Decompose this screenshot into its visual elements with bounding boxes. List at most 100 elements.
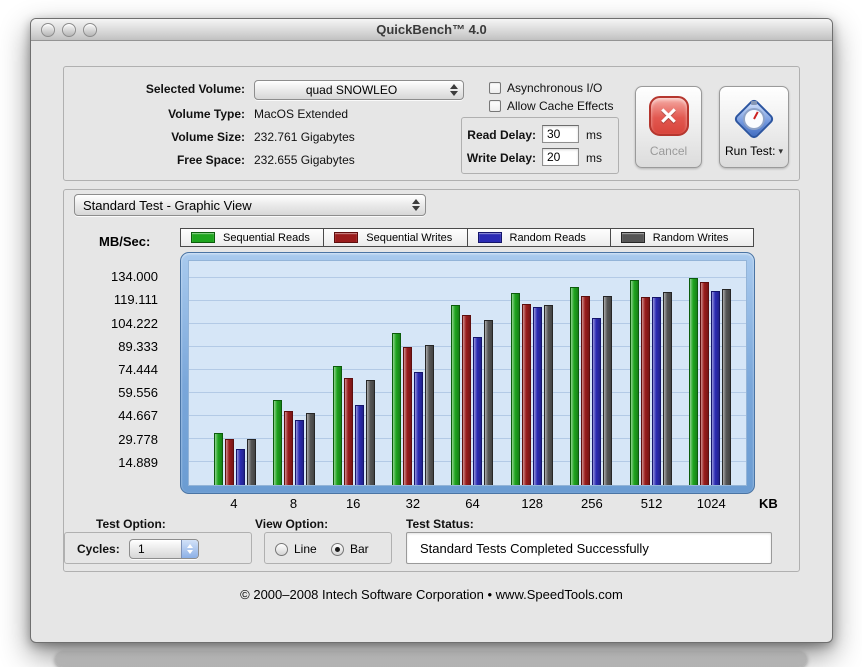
volume-size-value: 232.761 Gigabytes xyxy=(254,130,355,144)
x-tick-label: 4 xyxy=(230,496,238,511)
legend-item: Sequential Reads xyxy=(180,228,325,247)
cycles-label: Cycles: xyxy=(77,542,120,556)
bar xyxy=(414,372,424,485)
test-option-label: Test Option: xyxy=(96,517,166,531)
legend-label: Random Writes xyxy=(652,231,729,244)
y-tick-label: 29.778 xyxy=(118,431,158,447)
cache-effects-label: Allow Cache Effects xyxy=(507,99,614,113)
minimize-button[interactable] xyxy=(62,23,76,37)
view-option-box: Line Bar xyxy=(264,532,392,564)
volume-popup-value: quad SNOWLEO xyxy=(305,83,398,97)
free-space-label: Free Space: xyxy=(176,153,245,167)
view-mode-value: Standard Test - Graphic View xyxy=(83,197,252,213)
bar xyxy=(425,345,435,485)
y-tick-label: 44.667 xyxy=(118,408,158,424)
bar xyxy=(343,378,353,485)
x-tick-label: 32 xyxy=(405,496,421,511)
async-io-row: Asynchronous I/O xyxy=(489,81,602,95)
background-window-edge xyxy=(55,651,807,667)
bar xyxy=(224,438,234,485)
legend-label: Random Reads xyxy=(509,231,586,244)
plot-area xyxy=(188,260,747,486)
test-status-label: Test Status: xyxy=(406,517,474,531)
x-tick-label: 16 xyxy=(345,496,361,511)
volume-size-label: Volume Size: xyxy=(171,130,245,144)
bar-group-16 xyxy=(324,261,383,485)
cache-effects-checkbox[interactable] xyxy=(489,100,501,112)
zoom-button[interactable] xyxy=(83,23,97,37)
close-button[interactable] xyxy=(41,23,55,37)
legend-swatch xyxy=(620,232,645,243)
y-tick-label: 104.222 xyxy=(111,315,158,331)
x-tick-label: 512 xyxy=(640,496,663,511)
cycles-value: 1 xyxy=(138,542,145,556)
async-io-label: Asynchronous I/O xyxy=(507,81,603,95)
main-panel: Standard Test - Graphic View MB/Sec: Seq… xyxy=(63,189,800,572)
legend-label: Sequential Writes xyxy=(366,231,453,244)
legend-item: Random Writes xyxy=(609,228,754,247)
run-test-button[interactable]: Run Test: ▾ xyxy=(719,86,789,168)
bar xyxy=(451,305,461,485)
view-option-label: View Option: xyxy=(255,517,329,531)
bar xyxy=(592,318,602,485)
test-status-value: Standard Tests Completed Successfully xyxy=(420,540,649,556)
chart-legend: Sequential Reads Sequential Writes Random … xyxy=(180,228,754,247)
bar xyxy=(246,438,256,485)
y-tick-label: 134.000 xyxy=(111,269,158,285)
y-axis-title: MB/Sec: xyxy=(99,234,151,249)
dropdown-arrow-icon: ▾ xyxy=(778,145,783,156)
quickbench-window: QuickBench™ 4.0 Selected Volume: quad SN… xyxy=(30,18,833,643)
delay-box: Read Delay: ms Write Delay: ms xyxy=(461,117,619,174)
legend-label: Sequential Reads xyxy=(223,231,310,244)
y-tick-label: 14.889 xyxy=(118,454,158,470)
bar xyxy=(662,291,672,485)
bar xyxy=(651,296,661,485)
bar xyxy=(581,295,591,485)
bar xyxy=(462,315,472,485)
legend-item: Sequential Writes xyxy=(323,228,468,247)
bar xyxy=(640,297,650,485)
legend-swatch xyxy=(334,232,359,243)
stopwatch-icon xyxy=(728,96,780,142)
bar-group-256 xyxy=(562,261,621,485)
bar xyxy=(365,379,375,485)
async-io-checkbox[interactable] xyxy=(489,82,501,94)
bar xyxy=(689,278,699,485)
volume-type-value: MacOS Extended xyxy=(254,107,349,121)
title-bar[interactable]: QuickBench™ 4.0 xyxy=(31,19,832,41)
bar-group-4 xyxy=(205,261,264,485)
radio-line[interactable] xyxy=(275,542,288,556)
bar xyxy=(543,305,553,485)
read-delay-input[interactable] xyxy=(542,125,579,143)
free-space-value: 232.655 Gigabytes xyxy=(254,153,355,167)
bar xyxy=(295,420,305,485)
write-delay-input[interactable] xyxy=(542,148,579,166)
popup-arrows-icon xyxy=(448,84,463,96)
bar xyxy=(235,449,245,485)
view-mode-popup[interactable]: Standard Test - Graphic View xyxy=(74,194,426,216)
stopwatch-crown xyxy=(751,101,757,105)
cycles-popup[interactable]: 1 xyxy=(129,539,199,559)
y-tick-label: 59.556 xyxy=(118,385,158,401)
window-title: QuickBench™ 4.0 xyxy=(376,22,487,37)
bar xyxy=(521,304,531,485)
bar xyxy=(273,400,283,485)
read-delay-unit: ms xyxy=(586,128,602,142)
legend-swatch xyxy=(477,232,502,243)
volume-popup[interactable]: quad SNOWLEO xyxy=(254,80,464,100)
cache-effects-row: Allow Cache Effects xyxy=(489,99,614,113)
legend-item: Random Reads xyxy=(466,228,611,247)
x-axis: 4 8 16 32 64 128 256 512 1024 xyxy=(188,496,747,512)
x-tick-label: 128 xyxy=(521,496,544,511)
radio-bar[interactable] xyxy=(331,542,344,556)
bar xyxy=(700,281,710,485)
x-tick-label: 256 xyxy=(581,496,603,511)
read-delay-label: Read Delay: xyxy=(467,128,536,142)
copyright-footer: © 2000–2008 Intech Software Corporation … xyxy=(240,587,623,602)
stopwatch-face xyxy=(743,108,765,130)
bar-group-1024 xyxy=(681,261,740,485)
bar-group-8 xyxy=(264,261,323,485)
bar xyxy=(603,295,613,485)
cancel-button[interactable]: ✕ Cancel xyxy=(635,86,702,168)
benchmark-chart xyxy=(180,252,755,494)
